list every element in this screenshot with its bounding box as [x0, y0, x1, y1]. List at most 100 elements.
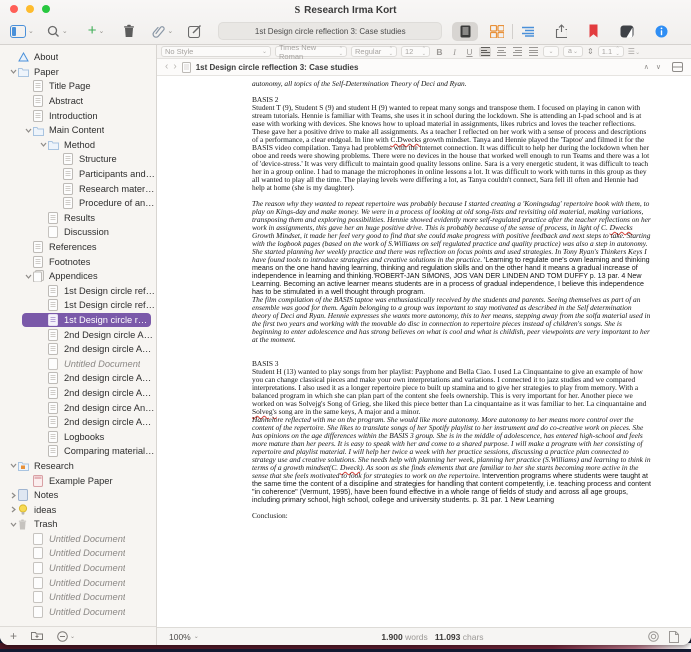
folder-icon: [48, 139, 61, 150]
view-mode-outliner-button[interactable]: [521, 25, 535, 37]
highlight-select[interactable]: a⌄: [563, 46, 583, 57]
editor-content[interactable]: autonomy, all topics of the Self-Determi…: [157, 76, 691, 627]
binder-item[interactable]: Method: [0, 138, 156, 153]
bold-button[interactable]: B: [434, 47, 445, 57]
binder-item[interactable]: Untitled Document: [0, 532, 156, 547]
binder-item[interactable]: 1st Design circle refle...: [0, 298, 156, 313]
binder-item-label: Notes: [31, 490, 58, 500]
document-title-field[interactable]: 1st Design circle reflection 3: Case stu…: [218, 22, 442, 40]
binder-item[interactable]: Participants and co...: [0, 167, 156, 182]
add-item-button[interactable]: + ⌄: [88, 25, 105, 38]
view-mode-document-button[interactable]: [452, 22, 478, 41]
disclosure-open-icon[interactable]: [23, 273, 33, 280]
binder-item[interactable]: Title Page: [0, 79, 156, 94]
disclosure-open-icon[interactable]: [8, 462, 18, 469]
binder-item[interactable]: 2nd Design circle Anal...: [0, 327, 156, 342]
search-button[interactable]: ⌄: [47, 25, 68, 38]
font-select[interactable]: Times New Roman ⌃⌄: [275, 46, 347, 57]
align-justify-button[interactable]: [527, 47, 539, 57]
binder-item[interactable]: Procedure of analy...: [0, 196, 156, 211]
sidebar-toggle-button[interactable]: ⌄: [10, 25, 34, 38]
next-document-button[interactable]: ∨: [656, 63, 663, 71]
binder-item[interactable]: Comparing material in...: [0, 444, 156, 459]
view-mode-corkboard-button[interactable]: [490, 25, 504, 38]
attachment-button[interactable]: ⌄: [152, 24, 173, 38]
binder-item[interactable]: 2nd design circle Anal...: [0, 342, 156, 357]
binder-item[interactable]: Abstract: [0, 94, 156, 109]
binder-item[interactable]: 2nd design circle Anal...: [0, 371, 156, 386]
binder-item[interactable]: Appendices: [0, 269, 156, 284]
binder-item[interactable]: Research material/...: [0, 181, 156, 196]
disclosure-open-icon[interactable]: [8, 68, 18, 75]
share-button[interactable]: [555, 24, 567, 38]
align-right-button[interactable]: [511, 47, 523, 57]
add-folder-button[interactable]: [31, 627, 43, 645]
binder-item[interactable]: 2nd design circe Analy...: [0, 400, 156, 415]
binder-item[interactable]: Untitled Document: [0, 575, 156, 590]
format-bar: No Style ⌄ Times New Roman ⌃⌄ Regular ⌃⌄…: [157, 45, 691, 59]
doc-icon: [33, 110, 46, 122]
underline-button[interactable]: U: [464, 47, 475, 57]
previous-document-button[interactable]: ∧: [644, 63, 651, 71]
page-view-icon[interactable]: [669, 631, 679, 643]
binder-item[interactable]: Logbooks: [0, 429, 156, 444]
binder-item[interactable]: 2nd design circle Anal...: [0, 415, 156, 430]
font-variant-select[interactable]: Regular ⌃⌄: [351, 46, 397, 57]
binder-item[interactable]: Untitled Document: [0, 356, 156, 371]
binder-item[interactable]: Results: [0, 211, 156, 226]
align-center-button[interactable]: [495, 47, 507, 57]
style-select-value: No Style: [165, 47, 193, 56]
minimize-button[interactable]: [26, 5, 34, 13]
split-editor-button[interactable]: [672, 62, 683, 72]
list-format-button[interactable]: ☰ ⌄: [628, 47, 639, 56]
target-icon[interactable]: [648, 631, 659, 642]
disclosure-open-icon[interactable]: [38, 141, 48, 148]
binder-item[interactable]: Discussion: [0, 225, 156, 240]
bookmark-button[interactable]: [588, 24, 599, 38]
binder-item[interactable]: Untitled Document: [0, 590, 156, 605]
binder-item[interactable]: ideas: [0, 502, 156, 517]
text-color-select[interactable]: ⌄: [543, 46, 559, 57]
binder-item[interactable]: 1st Design circle refle...: [0, 284, 156, 299]
binder-item[interactable]: 2nd design circle Anal...: [0, 386, 156, 401]
disclosure-open-icon[interactable]: [23, 127, 33, 134]
disclosure-open-icon[interactable]: [8, 521, 18, 528]
line-spacing-select[interactable]: 1.1 ⌃⌄: [598, 46, 624, 57]
binder-item[interactable]: References: [0, 240, 156, 255]
words-value: 1.900: [381, 632, 402, 642]
style-select[interactable]: No Style ⌄: [161, 46, 271, 57]
triangle-icon: [18, 52, 31, 62]
zoom-select[interactable]: 100% ⌄: [157, 632, 217, 642]
back-button[interactable]: ‹: [165, 62, 168, 72]
compose-button[interactable]: [188, 25, 202, 38]
binder-item[interactable]: Paper: [0, 65, 156, 80]
binder-item[interactable]: Trash: [0, 517, 156, 532]
close-button[interactable]: [10, 5, 18, 13]
add-document-button[interactable]: +: [10, 630, 17, 642]
binder-item[interactable]: Main Content: [0, 123, 156, 138]
binder-item[interactable]: About: [0, 50, 156, 65]
binder-item[interactable]: Structure: [0, 152, 156, 167]
disclosure-closed-icon[interactable]: [8, 492, 18, 499]
disclosure-closed-icon[interactable]: [8, 506, 18, 513]
binder-item[interactable]: Example Paper: [0, 473, 156, 488]
quick-reference-button[interactable]: [620, 25, 634, 38]
doc-icon: [63, 168, 76, 180]
binder-item[interactable]: Untitled Document: [0, 561, 156, 576]
paragraph: Hannelore reflected with me on the progr…: [252, 416, 651, 504]
zoom-button[interactable]: [42, 5, 50, 13]
inspector-button[interactable]: [655, 25, 668, 38]
binder-item[interactable]: Research: [0, 459, 156, 474]
binder-item[interactable]: Introduction: [0, 108, 156, 123]
binder-item[interactable]: 1st Design circle refle...: [22, 313, 151, 328]
binder-item[interactable]: Notes: [0, 488, 156, 503]
font-size-select[interactable]: 12 ⌃⌄: [401, 46, 430, 57]
forward-button[interactable]: ›: [173, 62, 176, 72]
italic-button[interactable]: I: [449, 47, 460, 57]
binder-item[interactable]: Untitled Document: [0, 546, 156, 561]
align-left-button[interactable]: [479, 47, 491, 57]
trash-button[interactable]: [123, 24, 135, 38]
binder-item[interactable]: Untitled Document: [0, 605, 156, 620]
binder-item[interactable]: Footnotes: [0, 254, 156, 269]
item-actions-button[interactable]: ⌄: [57, 631, 75, 642]
